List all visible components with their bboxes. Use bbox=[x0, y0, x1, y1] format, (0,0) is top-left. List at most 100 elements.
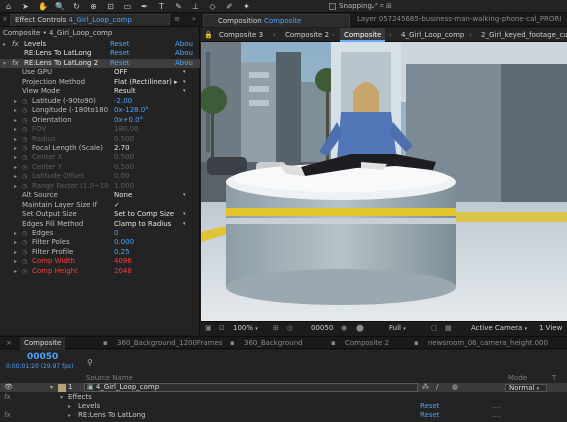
expand-triangle-icon[interactable]: ▾ bbox=[3, 59, 6, 69]
expand-triangle-icon[interactable]: ▸ bbox=[14, 106, 17, 116]
search-icon[interactable]: ⚲ bbox=[87, 358, 93, 367]
expand-triangle-icon[interactable]: ▸ bbox=[3, 40, 6, 50]
home-icon[interactable]: ⌂ bbox=[4, 2, 13, 11]
stopwatch-icon[interactable]: ◷ bbox=[22, 257, 27, 267]
property-value[interactable]: 4096 bbox=[114, 257, 132, 267]
stopwatch-icon[interactable]: ◷ bbox=[22, 106, 27, 116]
effect-property-row[interactable]: View Mode Result ▾ bbox=[0, 87, 200, 97]
snapshot-icon[interactable]: ◉ bbox=[341, 324, 347, 332]
timeline-tab[interactable]: newsroom_06_camera_height.000 bbox=[428, 337, 548, 350]
stopwatch-icon[interactable]: ◷ bbox=[22, 163, 27, 173]
zoom-tool-icon[interactable]: 🔍 bbox=[55, 2, 65, 11]
fx-switch-icon[interactable]: / bbox=[436, 383, 438, 392]
comp-tab-icon[interactable]: ▪ bbox=[414, 337, 419, 350]
effect-property-row[interactable]: Projection Method Flat (Rectilinear) ▸ ▾ bbox=[0, 78, 200, 88]
effect-property-row[interactable]: ▸ ◷ Latitude Offset 0.00 bbox=[0, 172, 200, 182]
dropdown-arrow-icon[interactable]: ▾ bbox=[183, 87, 186, 97]
property-dropdown[interactable]: Set to Comp Size bbox=[114, 210, 174, 220]
mask-icon[interactable]: ◎ bbox=[287, 324, 293, 332]
comp-tab-icon[interactable]: ▪ bbox=[103, 337, 108, 350]
expand-triangle-icon[interactable]: ▸ bbox=[14, 172, 17, 182]
flow-item[interactable]: Composite 3 bbox=[215, 28, 267, 42]
effect-property-row[interactable]: ▸ ◷ Longitude (-180to180 0x-128.0° bbox=[0, 106, 200, 116]
effect-property-row[interactable]: RE:Lens To LatLong Reset Abou bbox=[0, 49, 200, 59]
effect-property-row[interactable]: ▸ ◷ Filter Poles 0.000 bbox=[0, 238, 200, 248]
expand-triangle-icon[interactable]: ▸ bbox=[14, 248, 17, 258]
property-dropdown[interactable]: Clamp to Radius bbox=[114, 220, 171, 230]
expand-triangle-icon[interactable]: ▸ bbox=[14, 144, 17, 154]
label-color-swatch[interactable] bbox=[58, 383, 66, 392]
fx-toggle-icon[interactable]: fx bbox=[12, 40, 19, 50]
effect-property-row[interactable]: ▸ ◷ Center X 0.500 bbox=[0, 153, 200, 163]
property-dropdown[interactable]: None bbox=[114, 191, 132, 201]
stopwatch-icon[interactable]: ◷ bbox=[22, 153, 27, 163]
levels-reset-link[interactable]: Reset bbox=[420, 402, 440, 411]
expand-triangle-icon[interactable]: ▸ bbox=[14, 97, 17, 107]
property-value[interactable]: 180.00 bbox=[114, 125, 139, 135]
property-value[interactable]: 2.70 bbox=[114, 144, 130, 154]
trkmat-header[interactable]: T bbox=[552, 374, 556, 383]
current-time-display[interactable]: 00050 bbox=[27, 352, 58, 362]
dropdown-arrow-icon[interactable]: ▾ bbox=[183, 191, 186, 201]
reset-link[interactable]: Reset bbox=[110, 40, 130, 50]
expand-triangle-icon[interactable]: ▸ bbox=[14, 267, 17, 277]
property-value[interactable]: 0.500 bbox=[114, 135, 134, 145]
property-dropdown[interactable]: OFF bbox=[114, 68, 128, 78]
property-value[interactable]: -2.00 bbox=[114, 97, 132, 107]
effect-row-levels[interactable]: ▸ Levels Reset .... bbox=[0, 402, 567, 411]
timeline-tab[interactable]: Composite bbox=[20, 337, 66, 350]
motion-blur-icon[interactable]: ◍ bbox=[452, 383, 458, 392]
property-value[interactable]: ✓ bbox=[114, 201, 120, 211]
mode-dropdown[interactable]: Normal ▾ bbox=[505, 383, 547, 392]
effect-controls-tab[interactable]: Effect Controls 4_Girl_Loop_comp bbox=[10, 14, 170, 26]
close-icon[interactable]: × bbox=[6, 337, 12, 350]
region-icon[interactable]: ▢ bbox=[431, 324, 438, 332]
effect-property-row[interactable]: Set Output Size Set to Comp Size ▾ bbox=[0, 210, 200, 220]
property-value[interactable]: 0.000 bbox=[114, 238, 134, 248]
resolution-dropdown[interactable]: Full ▾ bbox=[389, 324, 406, 332]
effect-property-row[interactable]: Maintain Layer Size if ✓ bbox=[0, 201, 200, 211]
effect-property-row[interactable]: ▸ ◷ Range Factor (1.0~10 1.000 bbox=[0, 182, 200, 192]
channel-icon[interactable]: ⬤ bbox=[356, 324, 364, 332]
expand-panels-icon[interactable]: » bbox=[192, 15, 196, 23]
lens-reset-link[interactable]: Reset bbox=[420, 411, 440, 420]
layer-tab[interactable]: Layer 057245685-business-man-walking-pho… bbox=[357, 15, 567, 23]
eye-icon[interactable]: 👁 bbox=[4, 383, 13, 392]
timeline-tab[interactable]: Composite 2 bbox=[345, 337, 389, 350]
lock-icon[interactable]: 🔒 bbox=[204, 28, 213, 42]
effect-property-row[interactable]: ▸ ◷ Edges 0 bbox=[0, 229, 200, 239]
source-name-header[interactable]: Source Name bbox=[86, 374, 133, 383]
roto-brush-tool-icon[interactable]: ✐ bbox=[225, 2, 234, 11]
rectangle-tool-icon[interactable]: ▭ bbox=[123, 2, 132, 11]
camera-tool-icon[interactable]: ⊕ bbox=[89, 2, 98, 11]
effect-property-row[interactable]: ▸ ◷ Comp Width 4096 bbox=[0, 257, 200, 267]
type-tool-icon[interactable]: T bbox=[157, 2, 166, 11]
expand-triangle-icon[interactable]: ▾ bbox=[50, 383, 53, 392]
about-link[interactable]: Abou bbox=[175, 59, 193, 69]
expand-triangle-icon[interactable]: ▸ bbox=[14, 238, 17, 248]
stopwatch-icon[interactable]: ◷ bbox=[22, 172, 27, 182]
stopwatch-icon[interactable]: ◷ bbox=[22, 97, 27, 107]
about-link[interactable]: Abou bbox=[175, 40, 193, 50]
dropdown-arrow-icon[interactable]: ▾ bbox=[183, 210, 186, 220]
brush-tool-icon[interactable]: ✎ bbox=[174, 2, 183, 11]
expand-triangle-icon[interactable]: ▸ bbox=[14, 135, 17, 145]
camera-dropdown[interactable]: Active Camera ▾ bbox=[471, 324, 527, 332]
pen-tool-icon[interactable]: ✒ bbox=[140, 2, 149, 11]
expand-triangle-icon[interactable]: ▸ bbox=[14, 163, 17, 173]
reset-link[interactable]: Reset bbox=[110, 59, 130, 69]
snapping-checkbox[interactable] bbox=[329, 3, 336, 10]
property-value[interactable]: 1.000 bbox=[114, 182, 134, 192]
effect-property-row[interactable]: ▸ ◷ FOV 180.00 bbox=[0, 125, 200, 135]
puppet-pin-tool-icon[interactable]: ✦ bbox=[242, 2, 251, 11]
stopwatch-icon[interactable]: ◷ bbox=[22, 144, 27, 154]
close-icon[interactable]: × bbox=[2, 15, 8, 23]
layer-row[interactable]: 👁 ▾ 1 ▣ 4_Girl_Loop_comp ⁂ / ◍ Normal ▾ bbox=[0, 383, 567, 392]
composition-viewer[interactable] bbox=[201, 42, 567, 321]
effect-property-row[interactable]: Alt Source None ▾ bbox=[0, 191, 200, 201]
comp-tab-icon[interactable]: ▪ bbox=[230, 337, 235, 350]
views-dropdown[interactable]: 1 View bbox=[539, 324, 562, 332]
mode-header[interactable]: Mode bbox=[508, 374, 527, 383]
expand-triangle-icon[interactable]: ▸ bbox=[14, 125, 17, 135]
fx-toggle-icon[interactable]: fx bbox=[12, 59, 19, 69]
